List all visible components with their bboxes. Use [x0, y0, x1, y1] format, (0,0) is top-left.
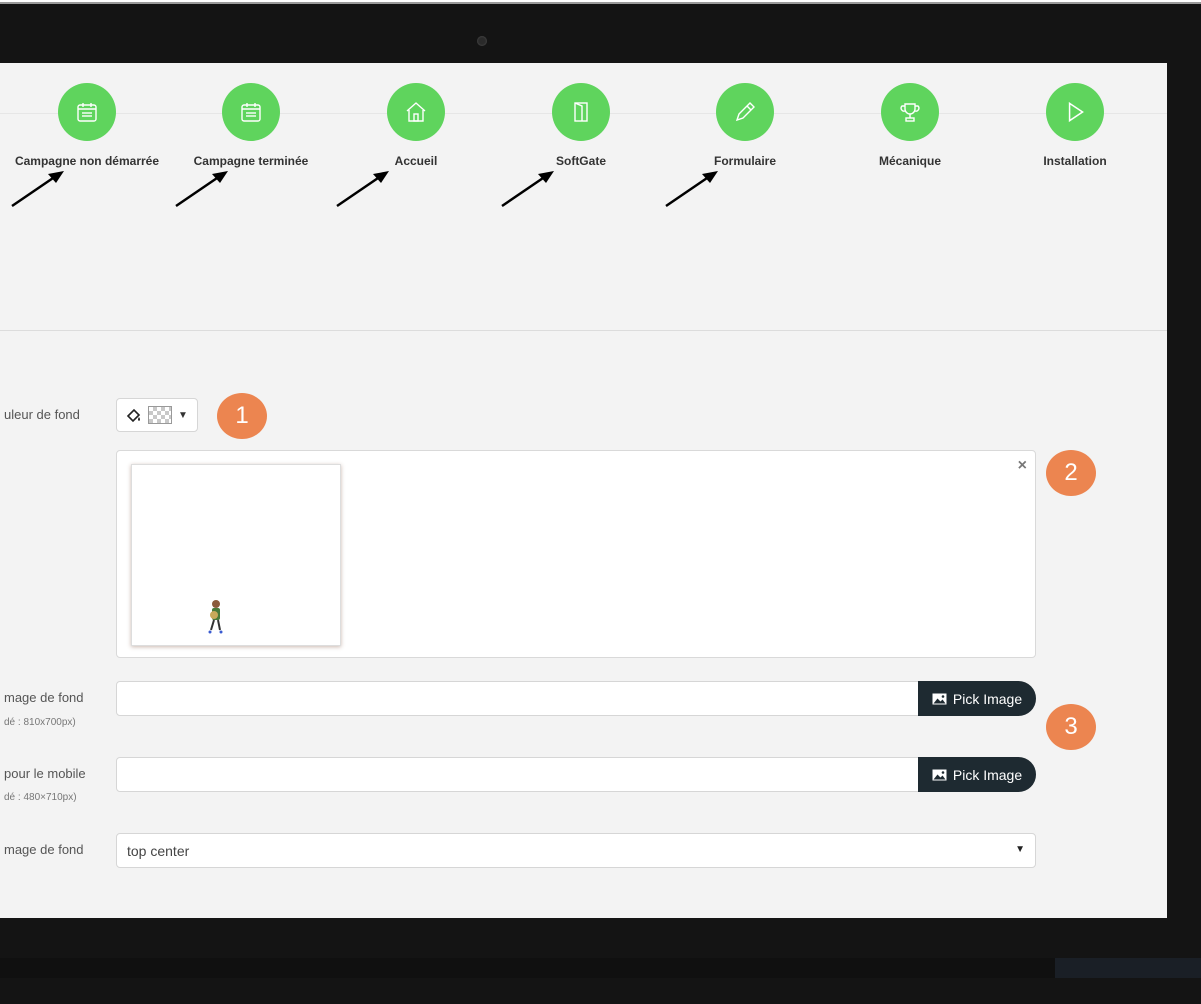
- bg-image-field[interactable]: Pick Image: [116, 681, 1036, 716]
- step-label: Mécanique: [878, 154, 941, 168]
- step-label: Formulaire: [713, 154, 776, 168]
- transparent-swatch: [148, 406, 173, 424]
- calendar-icon: [222, 83, 280, 141]
- annotation-arrow-icon: [11, 171, 64, 208]
- step-softgate[interactable]: SoftGate: [491, 83, 671, 168]
- image-preview-box: ×: [116, 450, 1036, 658]
- annotation-badge-3: 3: [1046, 704, 1096, 750]
- trophy-icon: [881, 83, 939, 141]
- character-figure-icon: [208, 600, 223, 634]
- play-icon: [1046, 83, 1104, 141]
- step-formulaire[interactable]: Formulaire: [655, 83, 835, 168]
- pick-image-button[interactable]: Pick Image: [918, 757, 1036, 792]
- step-campagne-non-demarree[interactable]: Campagne non démarrée: [0, 83, 177, 168]
- screen: Campagne non démarrée Campagne terminée …: [0, 63, 1167, 918]
- image-icon: [932, 769, 947, 780]
- annotation-arrow-icon: [501, 171, 554, 208]
- step-label: Accueil: [394, 154, 438, 168]
- annotation-arrow-icon: [175, 171, 228, 208]
- bg-position-select[interactable]: top center ▼: [116, 833, 1036, 868]
- close-icon[interactable]: ×: [1018, 457, 1027, 475]
- annotation-arrow-icon: [665, 171, 718, 208]
- pick-image-button[interactable]: Pick Image: [918, 681, 1036, 716]
- step-label: SoftGate: [555, 154, 606, 168]
- camera-dot: [477, 36, 487, 46]
- step-campagne-terminee[interactable]: Campagne terminée: [161, 83, 341, 168]
- annotation-badge-1: 1: [217, 393, 267, 439]
- bg-position-value: top center: [127, 843, 190, 859]
- pick-image-label: Pick Image: [952, 766, 1023, 783]
- annotation-badge-2: 2: [1046, 450, 1096, 496]
- bg-color-picker[interactable]: ▼: [116, 398, 198, 432]
- bg-image-hint: dé : 810x700px): [4, 717, 76, 728]
- step-label: Installation: [1043, 154, 1107, 168]
- step-mecanique[interactable]: Mécanique: [820, 83, 1000, 168]
- step-label: Campagne non démarrée: [14, 154, 160, 168]
- chevron-down-icon: ▼: [178, 409, 188, 421]
- step-installation[interactable]: Installation: [985, 83, 1165, 168]
- section-divider: [0, 330, 1167, 331]
- mobile-image-label: pour le mobile: [4, 766, 86, 781]
- door-icon: [552, 83, 610, 141]
- paint-bucket-icon: [126, 408, 141, 423]
- bg-position-label: mage de fond: [4, 842, 84, 857]
- preview-thumbnail: [131, 464, 341, 646]
- laptop-base-corner: [1055, 958, 1201, 978]
- calendar-icon: [58, 83, 116, 141]
- bg-image-label: mage de fond: [4, 690, 84, 705]
- step-label: Campagne terminée: [193, 154, 309, 168]
- home-icon: [387, 83, 445, 141]
- mobile-image-hint: dé : 480×710px): [4, 792, 77, 803]
- image-icon: [932, 693, 947, 704]
- annotation-arrow-icon: [336, 171, 389, 208]
- chevron-down-icon: ▼: [1015, 844, 1025, 855]
- pencil-icon: [716, 83, 774, 141]
- pick-image-label: Pick Image: [952, 690, 1023, 707]
- laptop-base: [0, 958, 1201, 978]
- bg-color-label: uleur de fond: [4, 407, 80, 422]
- mobile-image-field[interactable]: Pick Image: [116, 757, 1036, 792]
- step-accueil[interactable]: Accueil: [326, 83, 506, 168]
